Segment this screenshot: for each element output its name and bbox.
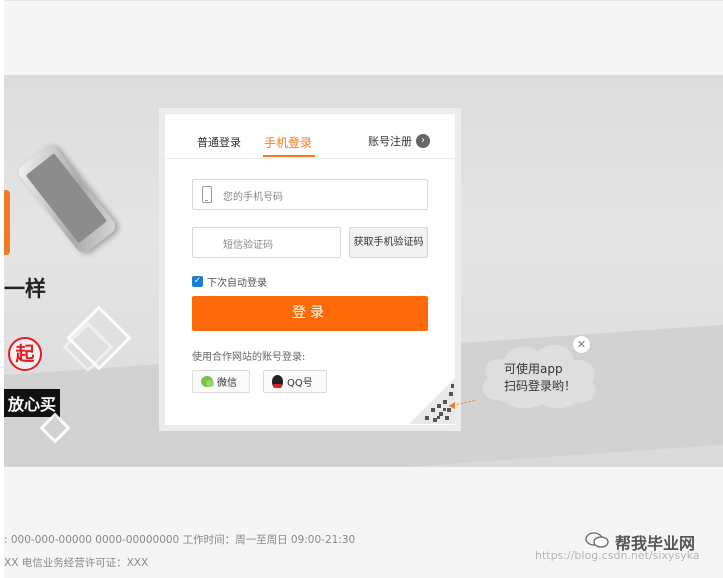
remember-me[interactable]: ✓ 下次自动登录 (192, 274, 267, 289)
wechat-icon (201, 376, 214, 387)
close-tip-button[interactable]: ✕ (572, 335, 591, 354)
promo-circle-badge: 起 (8, 337, 42, 371)
footer-license: XX 电信业务经营许可证：XXX (4, 557, 149, 569)
tab-normal-login[interactable]: 普通登录 (197, 134, 241, 150)
qq-icon (272, 375, 283, 388)
partner-login-label: 使用合作网站的账号登录: (192, 352, 306, 363)
qr-tip-line1: 可使用app (504, 362, 563, 376)
tab-divider (165, 158, 455, 159)
login-button[interactable]: 登录 (192, 296, 428, 331)
register-link[interactable]: 账号注册 › (368, 133, 430, 149)
remember-label: 下次自动登录 (207, 278, 267, 289)
promo-black-label: 放心买 (4, 389, 61, 417)
left-edge (0, 0, 4, 578)
chevron-right-icon: › (416, 134, 430, 148)
get-sms-code-button[interactable]: 获取手机验证码 (349, 227, 428, 258)
phone-placeholder: 您的手机号码 (223, 192, 283, 203)
phone-number-input[interactable]: 您的手机号码 (192, 179, 428, 210)
qr-tip-line2: 扫码登录哟！ (504, 379, 577, 393)
active-tab-underline (263, 155, 315, 157)
sms-code-input[interactable]: 短信验证码 (192, 227, 341, 258)
qq-label: QQ号 (287, 378, 313, 389)
wechat-watermark-icon (585, 532, 609, 548)
remember-checkbox[interactable]: ✓ (192, 276, 203, 287)
phone-image (15, 142, 119, 256)
qq-login-button[interactable]: QQ号 (263, 370, 327, 393)
promo-tab (4, 190, 10, 255)
tip-pointer (448, 399, 477, 409)
wechat-label: 微信 (217, 378, 237, 389)
wechat-login-button[interactable]: 微信 (192, 370, 250, 393)
promo-text: 一样 (4, 277, 46, 301)
watermark-url: https://blog.csdn.net/sixysyka (535, 549, 700, 562)
tab-phone-login[interactable]: 手机登录 (264, 134, 312, 151)
code-placeholder: 短信验证码 (223, 240, 273, 251)
mobile-phone-icon (202, 186, 212, 203)
login-panel: 普通登录 手机登录 账号注册 › 您的手机号码 短信验证码 获取手机验证码 ✓ … (159, 108, 461, 431)
top-strip (0, 0, 723, 75)
footer-contact: : 000-000-00000 0000-00000000 工作时间：周一至周日… (4, 534, 356, 546)
register-label: 账号注册 (368, 135, 412, 148)
